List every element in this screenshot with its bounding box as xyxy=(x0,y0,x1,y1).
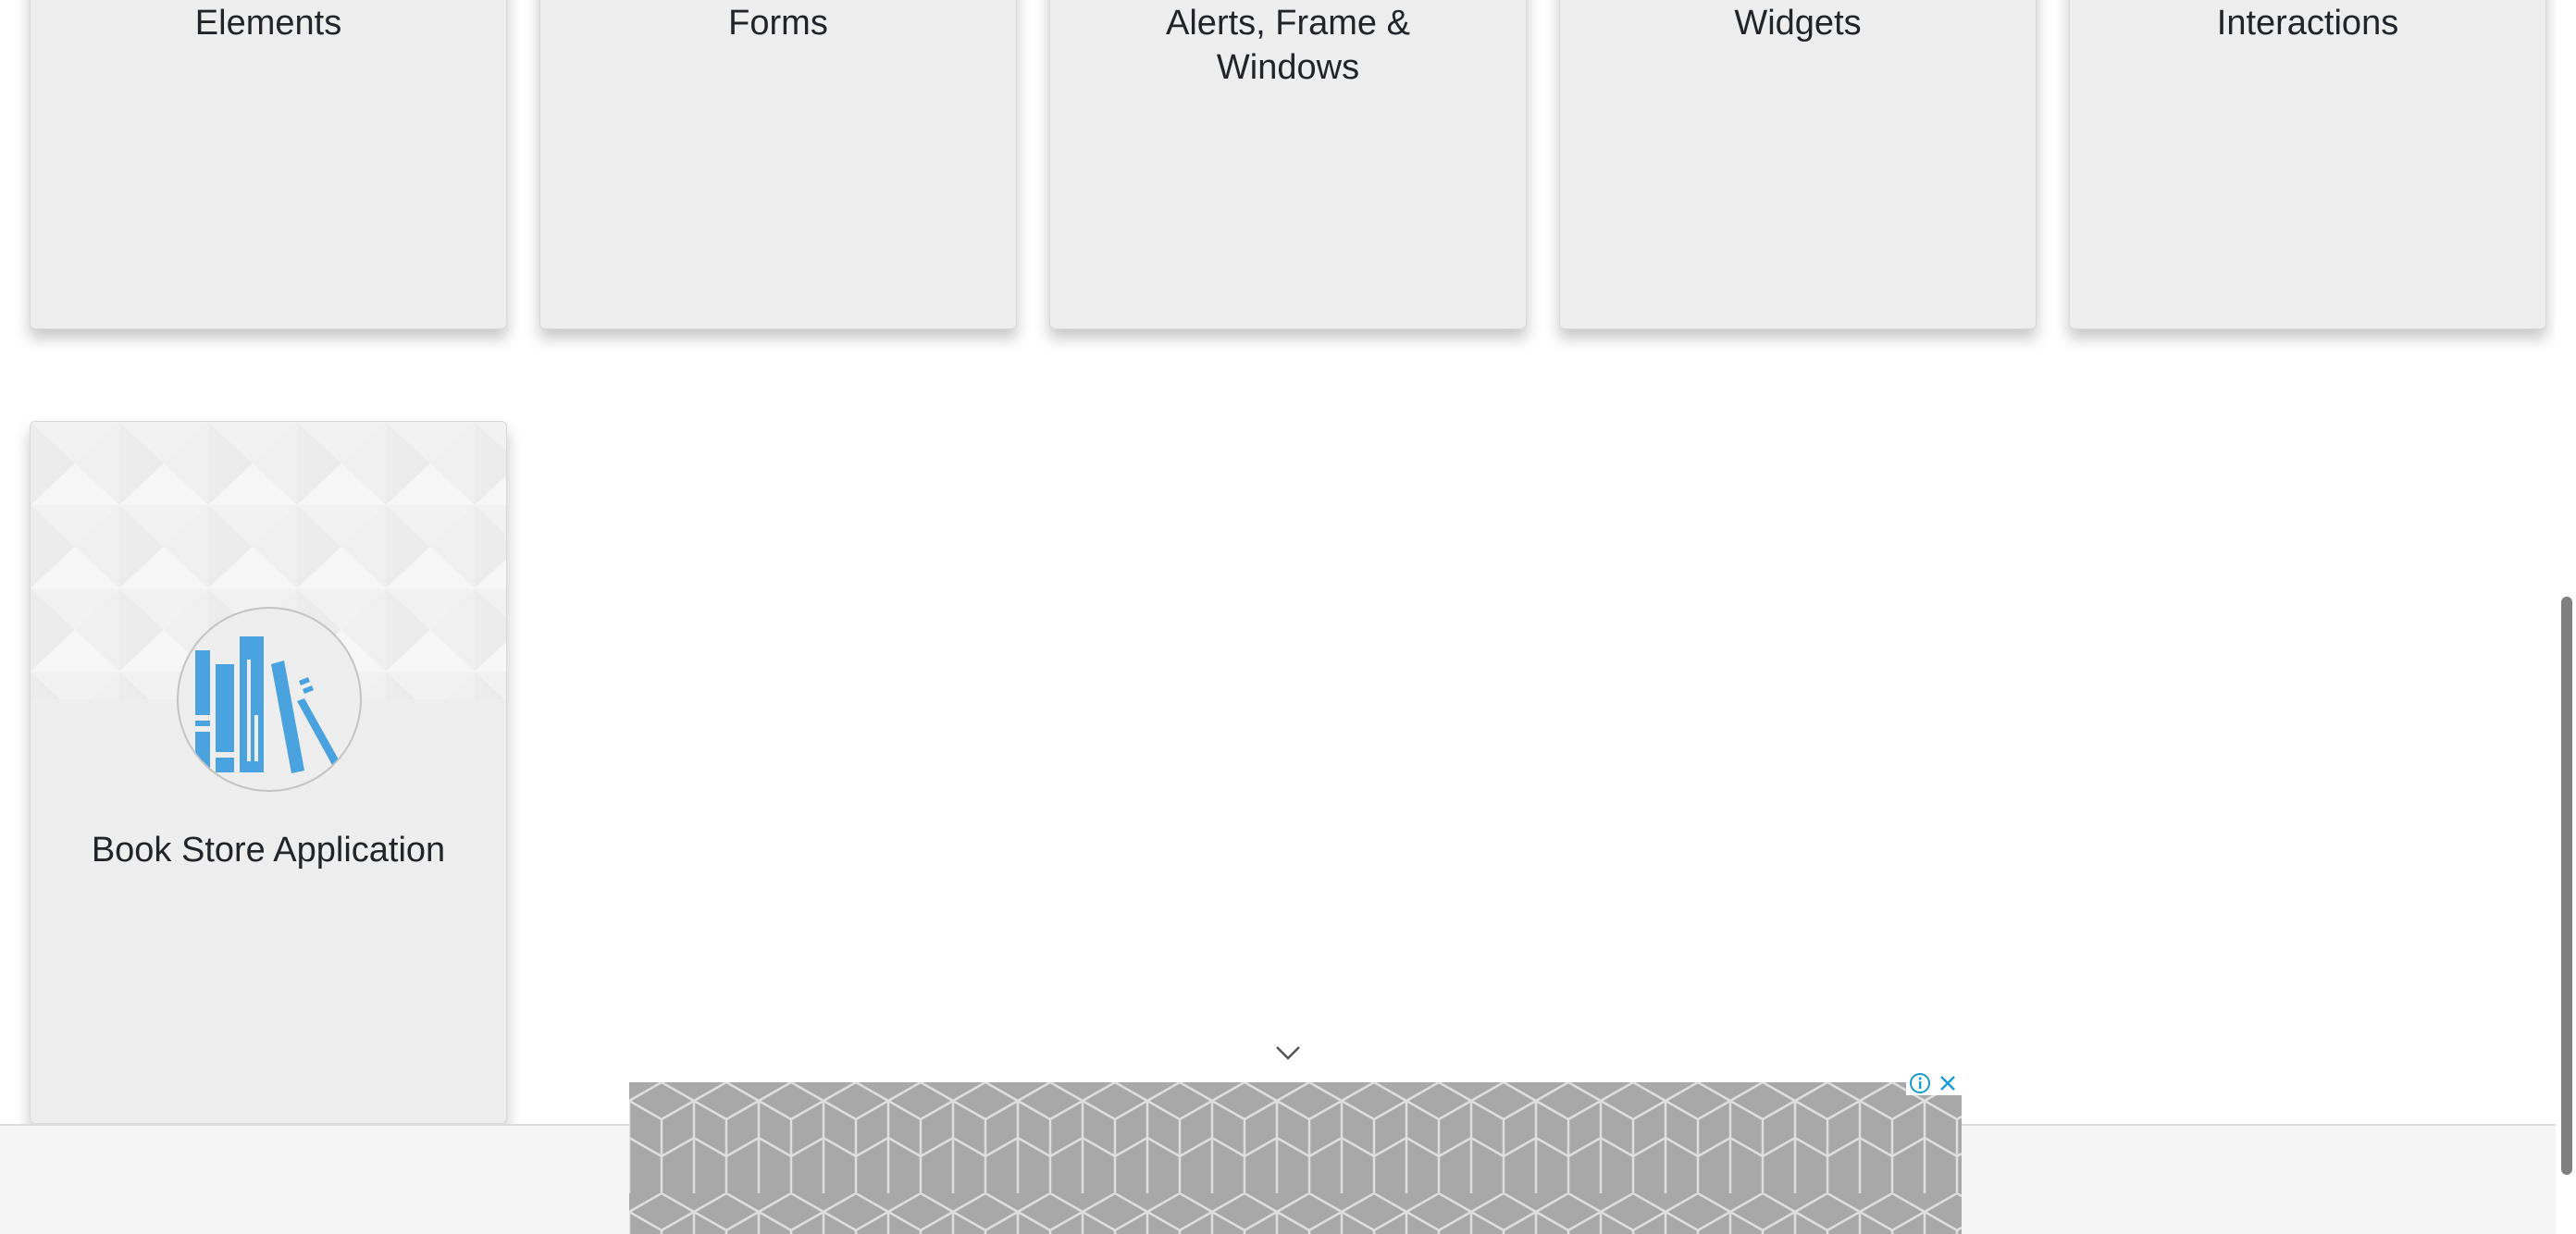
card-title: Forms xyxy=(728,4,828,43)
scrollbar-thumb[interactable] xyxy=(2561,597,2572,1175)
card-forms[interactable]: Forms xyxy=(539,0,1017,329)
books-icon xyxy=(177,607,362,792)
card-title: Alerts, Frame & Windows xyxy=(1166,4,1410,87)
info-icon[interactable] xyxy=(1909,1072,1931,1094)
ad-controls xyxy=(1906,1071,1962,1095)
card-title: Book Store Application xyxy=(91,831,446,870)
card-title: Widgets xyxy=(1734,4,1862,43)
card-elements[interactable]: Elements xyxy=(30,0,507,329)
cube-pattern xyxy=(629,1082,1962,1234)
close-icon[interactable] xyxy=(1937,1072,1959,1094)
page: Elements Forms Alerts, Frame & Windows W… xyxy=(0,0,2576,1234)
ad-banner[interactable] xyxy=(629,1082,1962,1234)
scrollbar-track[interactable] xyxy=(2556,0,2576,1234)
card-interactions[interactable]: Interactions xyxy=(2069,0,2546,329)
card-widgets[interactable]: Widgets xyxy=(1559,0,2037,329)
chevron-down-icon[interactable] xyxy=(1273,1042,1303,1064)
card-title: Interactions xyxy=(2216,4,2399,43)
card-alerts-frame-windows[interactable]: Alerts, Frame & Windows xyxy=(1049,0,1527,329)
card-book-store-application[interactable] xyxy=(30,421,507,1124)
card-title: Elements xyxy=(194,4,342,43)
